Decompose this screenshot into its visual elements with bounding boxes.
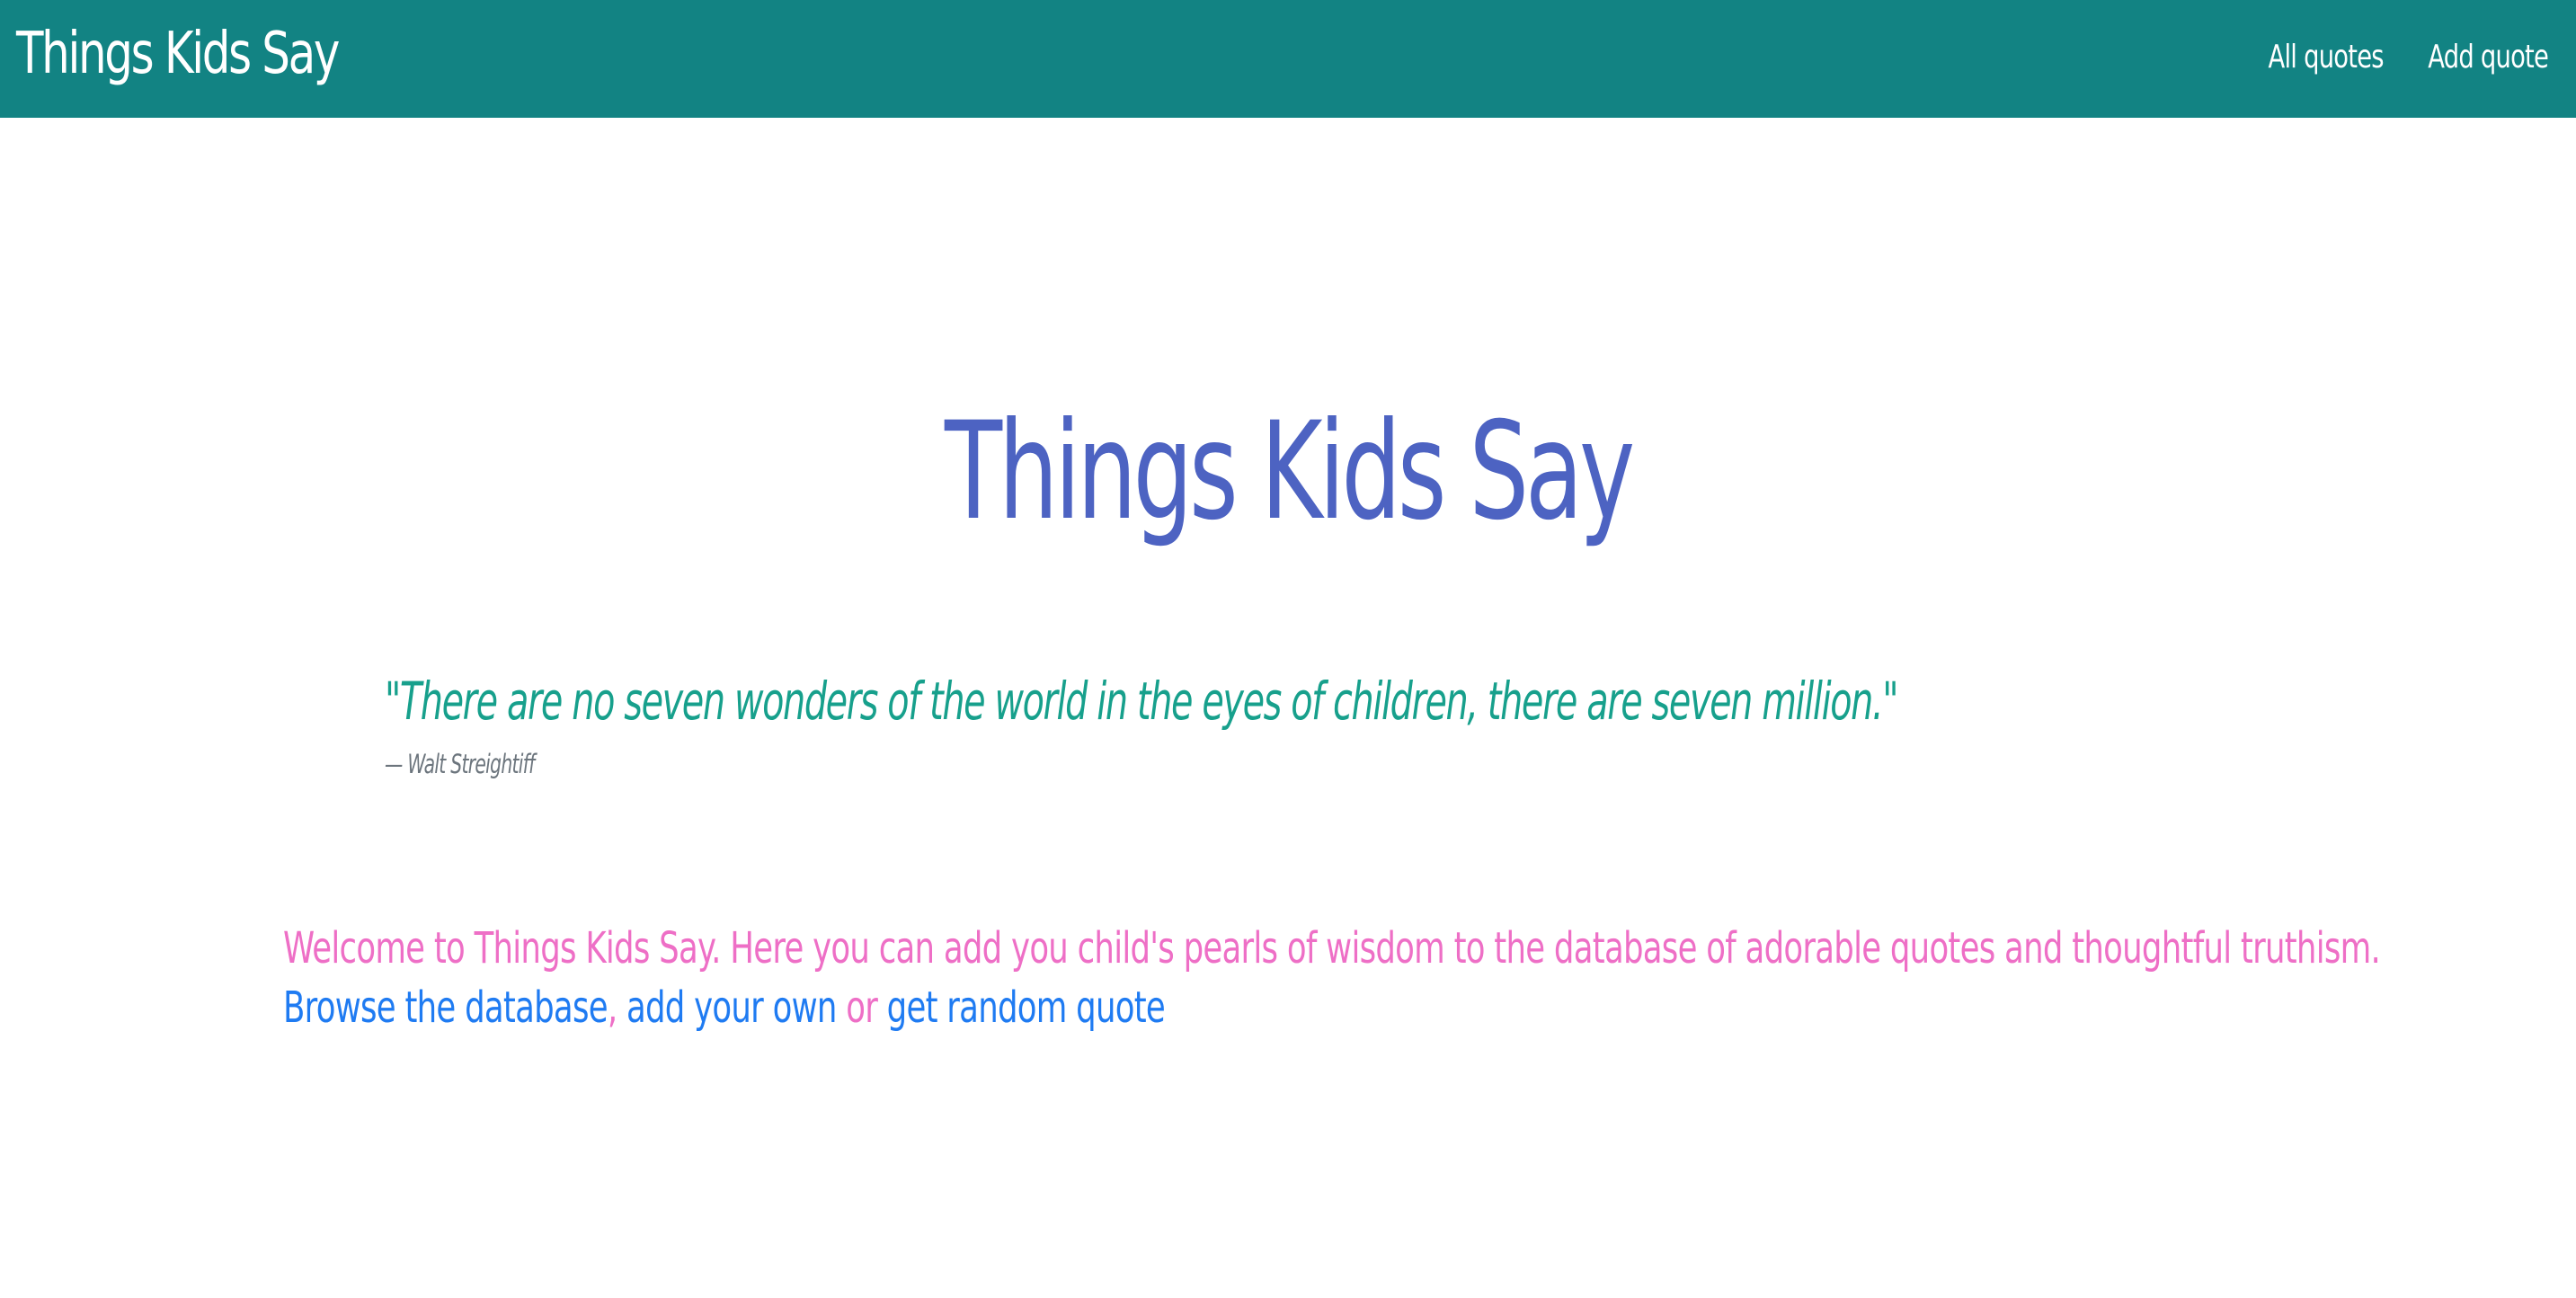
welcome-intro-text: Welcome to Things Kids Say. Here you can… [283, 923, 2381, 974]
quote-author: — Walt Streightiff [385, 749, 535, 779]
top-navbar: Things Kids Say All quotes Add quote [0, 0, 2576, 118]
or-text: or [846, 982, 878, 1033]
welcome-actions-line: Browse the database, add your own or get… [283, 978, 2380, 1037]
add-your-own-link[interactable]: add your own [626, 982, 837, 1033]
quote-text: "There are no seven wonders of the world… [385, 671, 1899, 732]
featured-quote: "There are no seven wonders of the world… [385, 661, 2576, 782]
brand-logo-link[interactable]: Things Kids Say [16, 9, 340, 99]
page-title: Things Kids Say [944, 394, 1635, 550]
random-quote-link[interactable]: get random quote [887, 982, 1166, 1033]
welcome-section: Welcome to Things Kids Say. Here you can… [283, 919, 2381, 1037]
separator-comma: , [607, 982, 617, 1033]
nav-all-quotes-link[interactable]: All quotes [2269, 31, 2385, 84]
browse-database-link[interactable]: Browse the database [283, 982, 608, 1033]
nav-add-quote-link[interactable]: Add quote [2428, 31, 2549, 84]
